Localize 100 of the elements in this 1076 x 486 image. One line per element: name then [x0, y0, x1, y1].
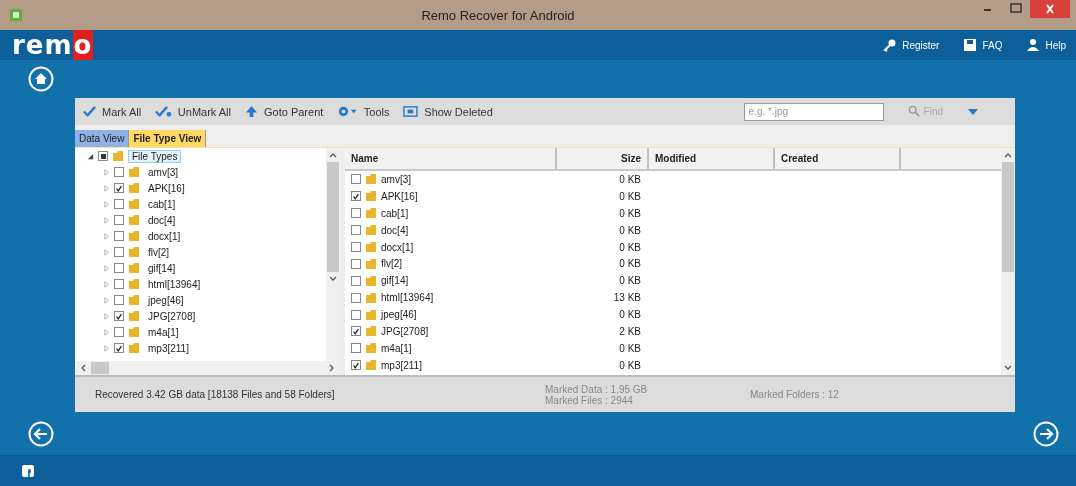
folder-icon — [128, 310, 140, 322]
checkbox[interactable] — [114, 279, 124, 289]
table-cell: 0 KB — [619, 190, 641, 202]
folder-icon — [128, 230, 140, 242]
checkbox[interactable] — [114, 295, 124, 305]
unmark-button[interactable]: UnMark All — [153, 103, 239, 120]
folder-icon — [128, 246, 140, 258]
table-cell: doc[4] — [381, 224, 409, 236]
folder-icon — [112, 150, 124, 162]
checkbox[interactable] — [351, 242, 361, 252]
column-header[interactable]: Created — [775, 148, 901, 169]
checkbox[interactable] — [351, 292, 361, 303]
tree-item[interactable]: JPG[2708] — [144, 309, 200, 323]
checkbox[interactable] — [351, 309, 361, 320]
tree-item[interactable]: cab[1] — [144, 197, 180, 211]
checkbox[interactable] — [351, 258, 361, 269]
close-button[interactable] — [1030, 0, 1070, 18]
column-header[interactable]: Modified — [649, 148, 775, 169]
scroll-down-icon[interactable] — [328, 275, 338, 283]
checkbox[interactable] — [351, 326, 361, 337]
folder-icon — [128, 214, 140, 226]
status-text: Recovered 3.42 GB data [18138 Files and 58 Folders] — [95, 389, 336, 400]
folder-icon — [365, 291, 377, 304]
parent-button[interactable]: Goto Parent — [243, 103, 332, 120]
scrollbar[interactable] — [75, 361, 340, 375]
scroll-thumb[interactable] — [1002, 162, 1014, 272]
deleted-button[interactable]: Show Deleted — [401, 103, 501, 120]
scroll-right-icon[interactable] — [328, 363, 336, 373]
status-text: Marked Folders : 12 — [750, 389, 839, 400]
checkbox[interactable] — [351, 174, 361, 185]
checkbox[interactable] — [114, 199, 124, 209]
gear-icon — [337, 105, 358, 118]
tree-item[interactable]: mp3[211] — [144, 341, 193, 355]
checkbox[interactable] — [114, 183, 124, 193]
tree-item[interactable]: jpeg[46] — [144, 293, 188, 307]
checkbox[interactable] — [351, 275, 361, 286]
scroll-thumb[interactable] — [327, 162, 339, 272]
scroll-left-icon[interactable] — [79, 363, 87, 373]
checkbox[interactable] — [98, 151, 108, 161]
tree-item[interactable]: amv[3] — [144, 165, 182, 179]
folder-icon — [365, 207, 377, 220]
folder-icon — [365, 308, 377, 321]
checkbox[interactable] — [114, 311, 124, 321]
tree-item[interactable]: flv[2] — [144, 245, 174, 259]
checkbox[interactable] — [114, 343, 124, 353]
column-header[interactable]: Size — [557, 148, 649, 169]
table-cell: gif[14] — [381, 275, 409, 287]
checkbox[interactable] — [114, 231, 124, 241]
scroll-thumb[interactable] — [91, 362, 109, 374]
folder-icon — [365, 274, 377, 287]
tools-button[interactable]: Tools — [335, 103, 398, 120]
folder-icon — [365, 257, 377, 270]
help-link[interactable]: Help — [1026, 38, 1066, 52]
table-cell: 0 KB — [619, 207, 641, 219]
checkbox[interactable] — [351, 360, 361, 371]
scroll-up-icon[interactable] — [328, 151, 338, 159]
faq-link[interactable]: FAQ — [963, 38, 1003, 52]
collapse-icon[interactable] — [87, 152, 94, 160]
checkbox[interactable] — [114, 215, 124, 225]
checkbox[interactable] — [351, 225, 361, 236]
column-header[interactable]: Name — [345, 148, 557, 169]
check-icon — [155, 105, 172, 118]
tree-item[interactable]: html[13964] — [144, 277, 205, 291]
facebook-icon[interactable] — [22, 464, 34, 477]
table-cell: JPG[2708] — [381, 325, 429, 337]
checkbox[interactable] — [114, 247, 124, 257]
tree-item[interactable]: doc[4] — [144, 213, 180, 227]
checkbox[interactable] — [351, 208, 361, 219]
dropdown-icon[interactable] — [967, 107, 979, 116]
tree-item[interactable]: m4a[1] — [144, 325, 183, 339]
tree-item[interactable]: gif[14] — [144, 261, 180, 275]
checkbox[interactable] — [114, 263, 124, 273]
mark-button[interactable]: Mark All — [81, 103, 150, 120]
back-button[interactable] — [28, 420, 54, 447]
person-icon — [1026, 38, 1041, 52]
search-field[interactable]: e.g. *.jpg — [743, 102, 884, 121]
tree-item[interactable]: docx[1] — [144, 229, 185, 243]
table-cell: 0 KB — [619, 224, 641, 236]
tab[interactable]: Data View — [75, 130, 130, 147]
scrollbar[interactable] — [1001, 148, 1015, 375]
home-button[interactable] — [28, 66, 54, 92]
scrollbar[interactable] — [326, 148, 340, 361]
checkbox[interactable] — [114, 327, 124, 337]
table-cell: docx[1] — [381, 241, 414, 253]
scroll-down-icon[interactable] — [1003, 364, 1013, 372]
register-link[interactable]: Register — [883, 38, 940, 52]
tree-item[interactable]: File Types — [128, 149, 182, 163]
checkbox[interactable] — [114, 167, 124, 177]
tab[interactable]: File Type View — [129, 130, 207, 147]
tree-item[interactable]: APK[16] — [144, 181, 189, 195]
folder-icon — [365, 190, 377, 203]
table-cell: 0 KB — [619, 241, 641, 253]
checkbox[interactable] — [351, 191, 361, 202]
table-cell: m4a[1] — [381, 342, 412, 354]
next-button[interactable] — [1033, 420, 1059, 447]
scroll-up-icon[interactable] — [1003, 151, 1013, 159]
table-cell: 2 KB — [619, 325, 641, 337]
folder-icon — [128, 182, 140, 194]
checkbox[interactable] — [351, 343, 361, 354]
key-icon — [883, 38, 898, 52]
